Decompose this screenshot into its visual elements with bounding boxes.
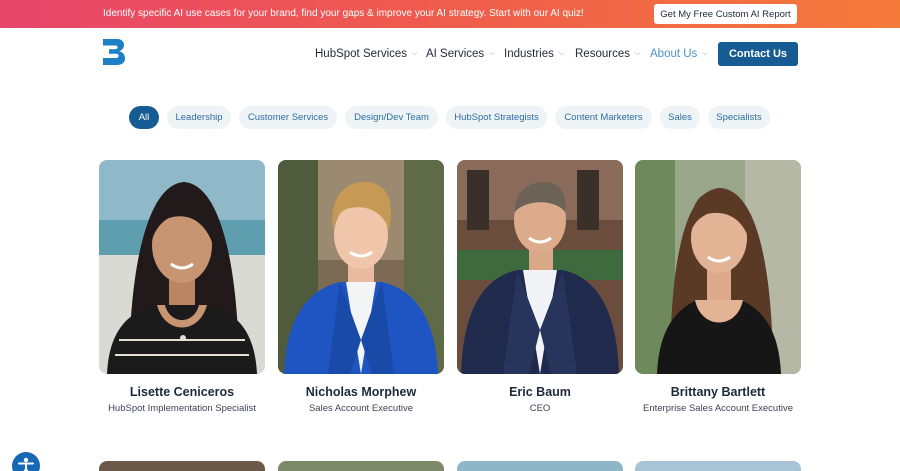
nav-industries[interactable]: Industries ⌵ bbox=[504, 48, 564, 60]
team-card[interactable]: Lisette Ceniceros HubSpot Implementation… bbox=[99, 160, 265, 417]
nav-label: HubSpot Services bbox=[315, 48, 408, 60]
chevron-down-icon: ⌵ bbox=[489, 50, 495, 57]
team-photo-next-row[interactable] bbox=[457, 461, 623, 471]
team-filter-bar: All Leadership Customer Services Design/… bbox=[0, 106, 900, 130]
nav-hubspot-services[interactable]: HubSpot Services ⌵ bbox=[315, 48, 417, 60]
filter-customer-services[interactable]: Customer Services bbox=[239, 106, 337, 129]
chevron-down-icon: ⌵ bbox=[702, 50, 708, 57]
accessibility-icon bbox=[18, 457, 34, 471]
brand-logo[interactable] bbox=[102, 38, 126, 66]
team-card[interactable]: Brittany Bartlett Enterprise Sales Accou… bbox=[635, 160, 801, 417]
filter-all[interactable]: All bbox=[129, 106, 159, 129]
nav-label: About Us bbox=[650, 48, 698, 60]
filter-leadership[interactable]: Leadership bbox=[167, 106, 231, 129]
team-photo bbox=[457, 160, 623, 374]
chevron-down-icon: ⌵ bbox=[412, 50, 418, 57]
promo-banner: Identify specific AI use cases for your … bbox=[0, 0, 900, 28]
nav-label: AI Services bbox=[426, 48, 485, 60]
nav-ai-services[interactable]: AI Services ⌵ bbox=[426, 48, 494, 60]
team-card[interactable]: Eric Baum CEO bbox=[457, 160, 623, 417]
nav-about-us[interactable]: About Us ⌵ bbox=[650, 48, 708, 60]
nav-label: Industries bbox=[504, 48, 554, 60]
team-photo bbox=[278, 160, 444, 374]
contact-us-button[interactable]: Contact Us bbox=[718, 42, 798, 66]
team-name: Brittany Bartlett bbox=[670, 385, 766, 399]
team-name: Nicholas Morphew bbox=[305, 385, 417, 399]
team-role: CEO bbox=[529, 403, 551, 414]
nav-resources[interactable]: Resources ⌵ bbox=[575, 48, 640, 60]
chevron-down-icon: ⌵ bbox=[558, 50, 565, 57]
team-photo-next-row[interactable] bbox=[635, 461, 801, 471]
team-role: Enterprise Sales Account Executive bbox=[643, 403, 793, 414]
filter-design-dev-team[interactable]: Design/Dev Team bbox=[345, 106, 438, 129]
team-name: Eric Baum bbox=[509, 385, 571, 399]
filter-content-marketers[interactable]: Content Marketers bbox=[555, 106, 652, 129]
filter-specialists[interactable]: Specialists bbox=[708, 106, 770, 129]
team-card[interactable]: Nicholas Morphew Sales Account Executive bbox=[278, 160, 444, 417]
team-name: Lisette Ceniceros bbox=[129, 385, 235, 399]
team-role: Sales Account Executive bbox=[308, 403, 414, 414]
team-photo-next-row[interactable] bbox=[278, 461, 444, 471]
filter-hubspot-strategists[interactable]: HubSpot Strategists bbox=[446, 106, 547, 129]
ai-report-button[interactable]: Get My Free Custom AI Report bbox=[654, 4, 797, 24]
team-photo bbox=[635, 160, 801, 374]
chevron-down-icon: ⌵ bbox=[634, 50, 641, 57]
filter-sales[interactable]: Sales bbox=[660, 106, 700, 129]
team-role: HubSpot Implementation Specialist bbox=[108, 403, 256, 414]
nav-label: Resources bbox=[575, 48, 630, 60]
team-photo-next-row[interactable] bbox=[99, 461, 265, 471]
team-photo bbox=[99, 160, 265, 374]
promo-text: Identify specific AI use cases for your … bbox=[103, 8, 584, 19]
accessibility-button[interactable] bbox=[12, 452, 40, 471]
